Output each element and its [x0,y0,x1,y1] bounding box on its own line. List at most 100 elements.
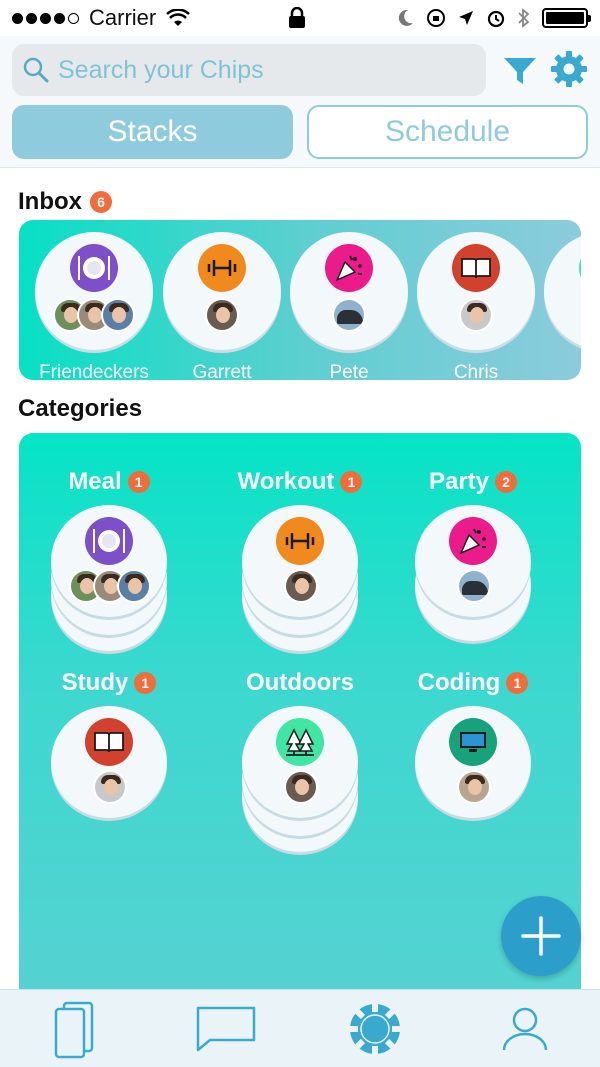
lock-icon [289,6,305,28]
plus-icon [521,916,561,956]
avatar-group [415,569,533,603]
party-popper-icon [325,244,373,292]
tab-bar [0,989,600,1067]
inbox-item-partial[interactable] [544,232,581,350]
party-popper-icon [449,517,497,565]
moon-icon [398,9,413,26]
book-icon [452,244,500,292]
avatar-group [35,298,153,332]
avatar-group [51,569,169,603]
avatar [117,569,151,603]
category-study[interactable]: Study 1 [29,668,189,856]
inbox-item-garrett[interactable]: Garrett [163,232,281,380]
cards-icon [54,1001,94,1058]
rotation-lock-icon [427,9,445,27]
avatar-group [163,298,281,332]
alarm-icon [487,10,505,28]
dumbbell-icon [198,244,246,292]
category-count-badge: 1 [506,672,529,694]
status-bar: Carrier [0,0,600,36]
chip-stack[interactable] [51,706,167,856]
chip-stack[interactable] [242,505,358,655]
inbox-item-friendeckers[interactable]: Friendeckers [35,232,153,380]
wifi-icon [166,9,191,26]
carrier-label: Carrier [89,5,157,30]
header: Search your Chips Stacks Schedule [0,36,600,168]
plate-icon [70,244,118,292]
avatar [205,298,239,332]
search-placeholder: Search your Chips [58,55,264,84]
chip-stack[interactable] [242,706,358,856]
category-party[interactable]: Party 2 [393,467,553,655]
chip [417,232,535,350]
plate-icon [85,517,133,565]
avatar [457,569,491,603]
inbox-item-pete[interactable]: Pete [290,232,408,380]
avatar-group [417,298,535,332]
location-arrow-icon [459,11,473,25]
avatar-group [242,569,360,603]
chip-stack[interactable] [415,505,531,655]
avatar [459,298,493,332]
inbox-count-badge: 6 [90,191,112,213]
avatar-group [242,770,360,804]
chip [544,232,581,350]
category-label: Workout [237,468,335,495]
search-icon [23,57,49,83]
trees-icon [276,718,324,766]
category-meal[interactable]: Meal 1 [29,467,189,655]
category-workout[interactable]: Workout 1 [220,467,380,655]
inbox-item-name: Friendeckers [39,362,149,380]
tab-stacks[interactable]: Stacks [12,105,293,159]
avatar [284,569,318,603]
avatar [332,298,366,332]
category-count-badge: 1 [340,471,363,493]
book-icon [85,718,133,766]
category-label: Party [428,468,490,495]
chip-stack[interactable] [415,706,531,856]
chip-stack[interactable] [51,505,167,655]
inbox-item-chris[interactable]: Chris [417,232,535,380]
chat-icon [196,1006,256,1051]
avatar [93,770,127,804]
category-label: Outdoors [246,669,354,696]
tab-schedule[interactable]: Schedule [307,105,588,159]
avatar [101,298,135,332]
inbox-title: Inbox [18,188,82,215]
inbox-item-name: Garrett [192,362,252,380]
categories-title: Categories [18,395,143,422]
category-count-badge: 1 [134,672,157,694]
chip [163,232,281,350]
chip [35,232,153,350]
tab-cards[interactable] [35,994,115,1064]
avatar-group [415,770,533,804]
categories-heading: Categories [18,395,142,423]
avatar-group [290,298,408,332]
chip [290,232,408,350]
gear-icon[interactable] [550,50,588,88]
category-label: Coding [417,669,501,696]
trees-icon [579,244,581,292]
tab-chip[interactable] [335,994,415,1064]
category-label: Study [61,669,129,696]
tab-chat[interactable] [185,994,265,1064]
add-chip-button[interactable] [501,896,581,976]
signal-strength-icon [12,12,79,24]
avatar [457,770,491,804]
tab-profile[interactable] [485,994,565,1064]
battery-icon [542,8,591,28]
category-label: Meal [68,468,122,495]
dumbbell-icon [276,517,324,565]
category-count-badge: 1 [127,471,150,493]
chip-icon [350,1003,400,1054]
inbox-strip[interactable]: Friendeckers Garrett Pete Chris [19,220,581,380]
avatar [284,770,318,804]
category-outdoors[interactable]: Outdoors [220,668,380,856]
search-input[interactable]: Search your Chips [12,44,486,96]
avatar-group [51,770,169,804]
filter-icon[interactable] [502,56,538,86]
category-count-badge: 2 [495,471,518,493]
inbox-item-name: Pete [329,362,369,380]
category-coding[interactable]: Coding 1 [393,668,553,856]
inbox-item-name: Chris [453,362,499,380]
